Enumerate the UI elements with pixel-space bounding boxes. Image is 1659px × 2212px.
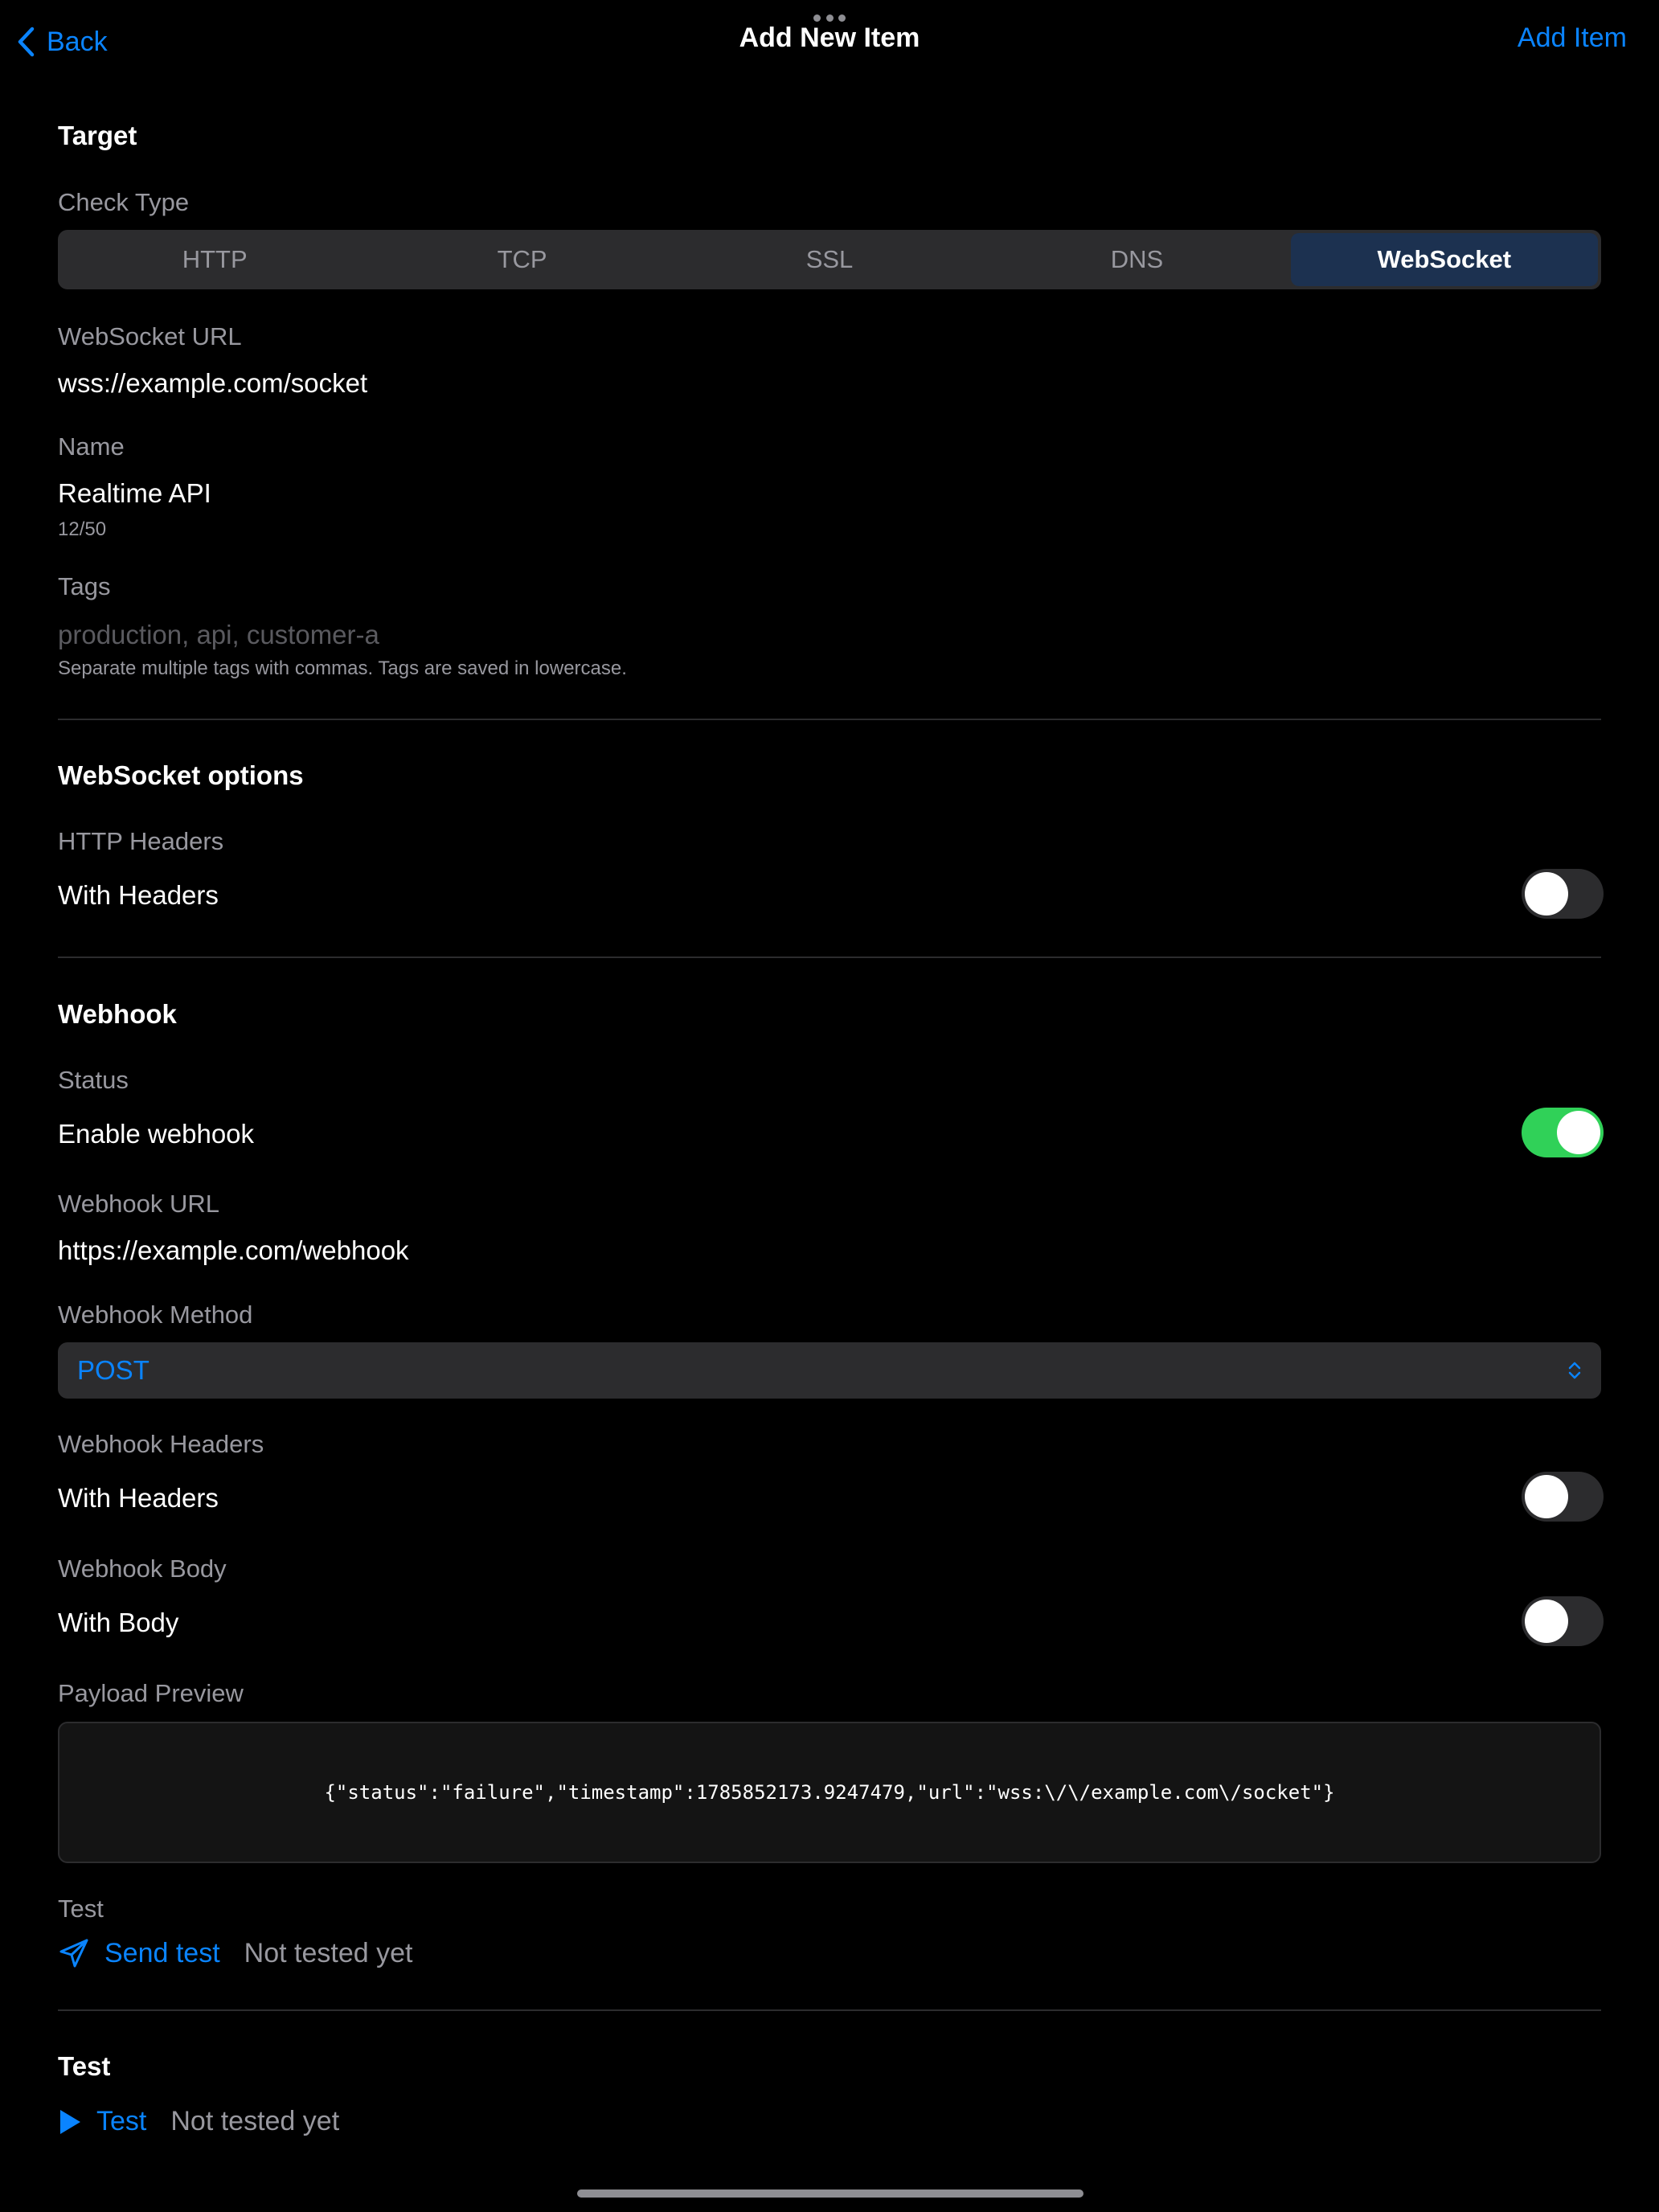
with-body-label: With Body — [58, 1608, 179, 1637]
with-headers-label: With Headers — [58, 880, 219, 910]
segment-tcp[interactable]: TCP — [368, 233, 675, 286]
segment-websocket[interactable]: WebSocket — [1290, 233, 1599, 286]
page-title: Add New Item — [739, 23, 920, 53]
add-item-button[interactable]: Add Item — [1518, 23, 1627, 54]
websocket-headers-toggle[interactable] — [1522, 869, 1604, 919]
segment-http[interactable]: HTTP — [61, 233, 368, 286]
tags-label: Tags — [58, 572, 111, 600]
webhook-test-label: Test — [58, 1895, 104, 1923]
payload-preview-text: {"status":"failure","timestamp":17858521… — [324, 1781, 1335, 1804]
name-char-counter: 12/50 — [58, 518, 107, 540]
webhook-section-title: Webhook — [58, 999, 177, 1029]
test-button-label: Test — [96, 2106, 147, 2136]
target-section-title: Target — [58, 121, 137, 150]
http-headers-label: HTTP Headers — [58, 827, 224, 855]
webhook-url-label: Webhook URL — [58, 1190, 220, 1218]
websocket-url-label: WebSocket URL — [58, 322, 242, 350]
send-test-button[interactable]: Send test — [58, 1937, 220, 1969]
send-test-status: Not tested yet — [244, 1937, 413, 1968]
divider — [58, 2009, 1601, 2011]
test-status: Not tested yet — [170, 2106, 340, 2136]
play-icon — [60, 2109, 80, 2134]
webhook-headers-label: Webhook Headers — [58, 1430, 264, 1458]
payload-preview-label: Payload Preview — [58, 1679, 244, 1707]
home-indicator — [577, 2189, 1083, 2198]
webhook-method-label: Webhook Method — [58, 1301, 253, 1329]
enable-webhook-toggle[interactable] — [1522, 1108, 1604, 1157]
webhook-method-select[interactable]: POST — [58, 1342, 1601, 1399]
enable-webhook-label: Enable webhook — [58, 1119, 255, 1149]
webhook-url-field[interactable]: https://example.com/webhook — [58, 1235, 409, 1266]
payload-preview: {"status":"failure","timestamp":17858521… — [58, 1722, 1601, 1863]
check-type-segmented-control: HTTP TCP SSL DNS WebSocket — [58, 230, 1601, 289]
websocket-options-title: WebSocket options — [58, 760, 304, 790]
test-section-title: Test — [58, 2051, 111, 2081]
toggle-knob — [1525, 1475, 1568, 1518]
divider — [58, 956, 1601, 958]
divider — [58, 719, 1601, 720]
tags-hint: Separate multiple tags with commas. Tags… — [58, 657, 627, 679]
test-row: Test Not tested yet — [58, 2106, 339, 2137]
toggle-knob — [1525, 1600, 1568, 1643]
webhook-body-toggle[interactable] — [1522, 1596, 1604, 1646]
paper-plane-icon — [59, 1939, 88, 1968]
multitasking-dots[interactable] — [813, 14, 846, 23]
toggle-knob — [1525, 872, 1568, 916]
webhook-status-label: Status — [58, 1066, 129, 1094]
websocket-url-field[interactable]: wss://example.com/socket — [58, 368, 367, 399]
toggle-knob — [1557, 1111, 1600, 1154]
send-test-label: Send test — [104, 1937, 220, 1968]
send-test-row: Send test Not tested yet — [58, 1937, 412, 1969]
segment-ssl[interactable]: SSL — [676, 233, 983, 286]
name-label: Name — [58, 432, 125, 461]
webhook-with-headers-label: With Headers — [58, 1483, 219, 1513]
webhook-headers-toggle[interactable] — [1522, 1472, 1604, 1522]
name-field[interactable]: Realtime API — [58, 478, 211, 509]
webhook-body-label: Webhook Body — [58, 1555, 227, 1583]
check-type-label: Check Type — [58, 188, 190, 216]
segment-dns[interactable]: DNS — [983, 233, 1290, 286]
webhook-method-value: POST — [77, 1355, 150, 1385]
tags-field[interactable]: production, api, customer-a — [58, 620, 379, 650]
chevron-up-down-icon — [1568, 1362, 1581, 1379]
test-button[interactable]: Test — [58, 2106, 146, 2137]
